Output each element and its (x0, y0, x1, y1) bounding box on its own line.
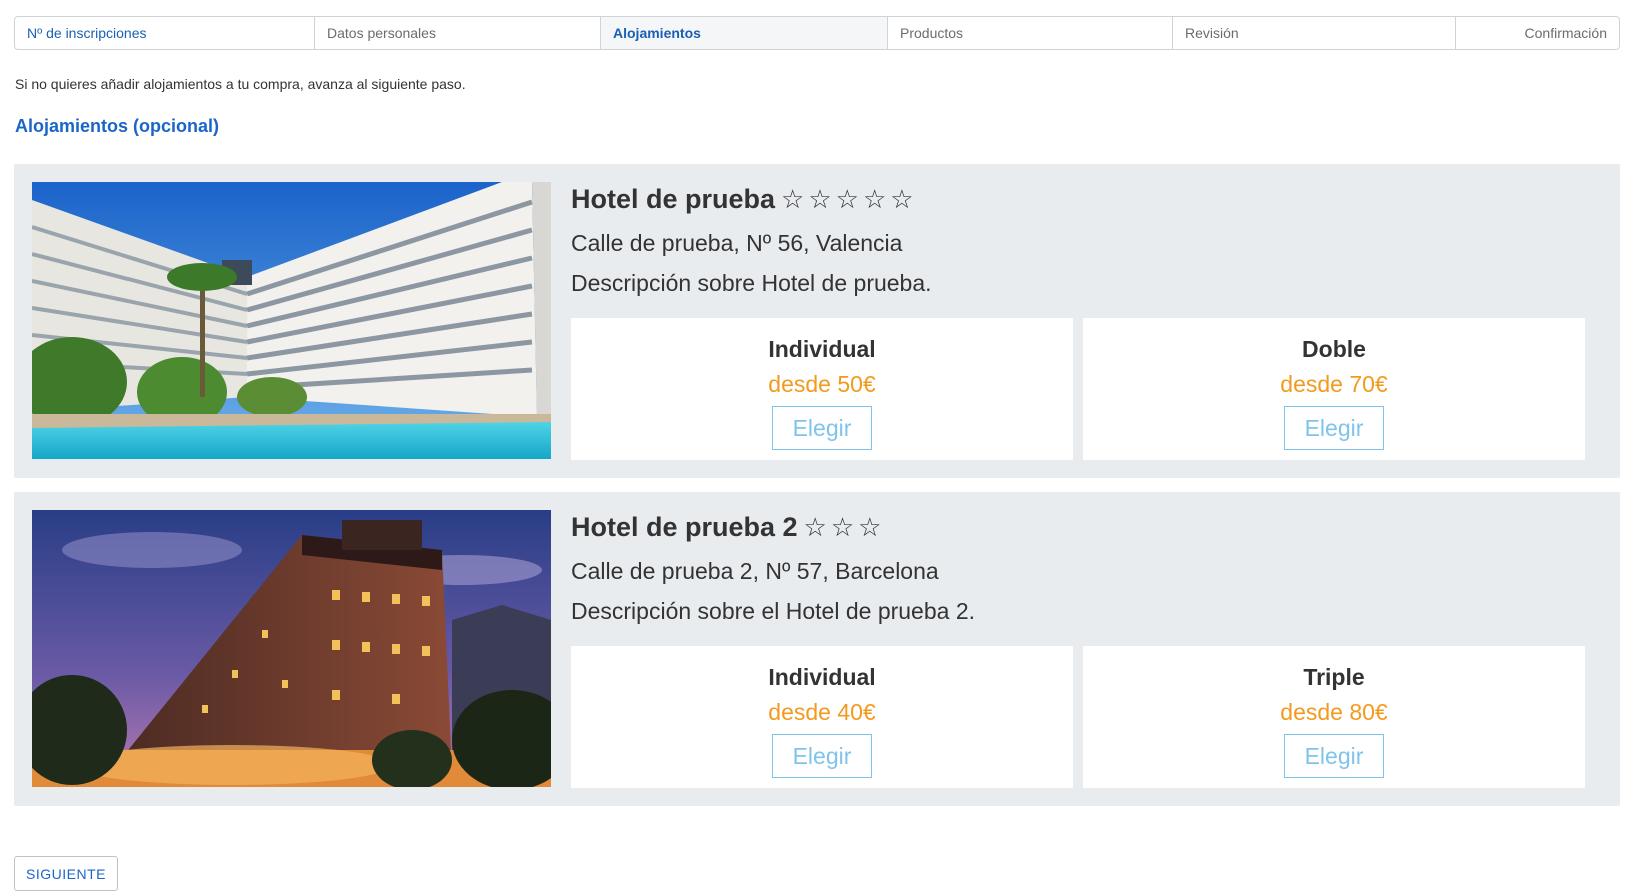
room-price: desde 70€ (1280, 371, 1388, 397)
section-title: Alojamientos (opcional) (15, 116, 220, 136)
skip-hint: Si no quieres añadir alojamientos a tu c… (15, 76, 466, 92)
next-button[interactable]: SIGUIENTE (14, 856, 118, 891)
hotel-photo (32, 182, 551, 459)
room-price: desde 40€ (768, 699, 876, 725)
hotel-name: Hotel de prueba 2 ☆☆☆ (571, 512, 885, 543)
room-option: Triple desde 80€ Elegir (1083, 646, 1585, 788)
hotel-name-text: Hotel de prueba (571, 184, 776, 214)
choose-room-button[interactable]: Elegir (772, 734, 872, 778)
room-price: desde 80€ (1280, 699, 1388, 725)
hotel-description: Descripción sobre el Hotel de prueba 2. (571, 598, 976, 624)
step-confirmation[interactable]: Confirmación (1456, 17, 1619, 49)
step-products[interactable]: Productos (888, 17, 1173, 49)
room-type: Individual (768, 336, 876, 362)
hotel-card: Hotel de prueba ☆☆☆☆☆ Calle de prueba, Nº… (14, 164, 1620, 478)
room-option: Individual desde 50€ Elegir (571, 318, 1073, 460)
room-option: Individual desde 40€ Elegir (571, 646, 1073, 788)
hotel-name: Hotel de prueba ☆☆☆☆☆ (571, 184, 918, 215)
choose-room-button[interactable]: Elegir (1284, 734, 1384, 778)
star-rating: ☆☆☆☆☆ (781, 184, 918, 214)
hotel-description: Descripción sobre Hotel de prueba. (571, 270, 932, 296)
step-personal-data[interactable]: Datos personales (315, 17, 601, 49)
hotel-card: Hotel de prueba 2 ☆☆☆ Calle de prueba 2, … (14, 492, 1620, 806)
choose-room-button[interactable]: Elegir (772, 406, 872, 450)
step-review[interactable]: Revisión (1173, 17, 1456, 49)
choose-room-button[interactable]: Elegir (1284, 406, 1384, 450)
room-option: Doble desde 70€ Elegir (1083, 318, 1585, 460)
room-type: Triple (1303, 664, 1365, 690)
star-rating: ☆☆☆ (803, 512, 886, 542)
room-type: Doble (1302, 336, 1366, 362)
hotel-name-text: Hotel de prueba 2 (571, 512, 798, 542)
step-accommodations[interactable]: Alojamientos (601, 17, 888, 49)
hotel-address: Calle de prueba, Nº 56, Valencia (571, 230, 903, 256)
hotel-photo (32, 510, 551, 787)
room-type: Individual (768, 664, 876, 690)
progress-stepper: Nº de inscripciones Datos personales Alo… (14, 16, 1620, 50)
step-inscriptions[interactable]: Nº de inscripciones (15, 17, 315, 49)
hotel-address: Calle de prueba 2, Nº 57, Barcelona (571, 558, 939, 584)
room-price: desde 50€ (768, 371, 876, 397)
